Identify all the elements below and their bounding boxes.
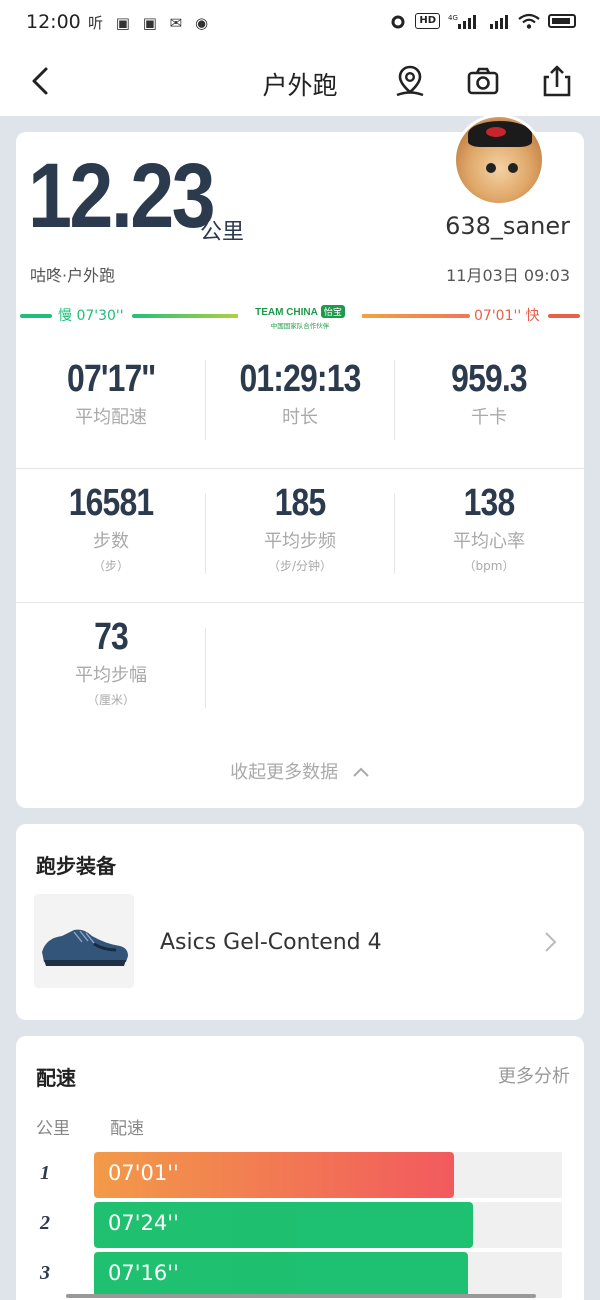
split-bar: 07'16'' [94,1252,469,1298]
metric-value: 73 [94,616,129,658]
split-bar-track: 07'16'' [94,1252,562,1298]
divider [205,628,206,708]
metric-unit: （bpm） [463,559,515,573]
metric-cadence: 185 平均步频 （步/分钟） [205,482,395,574]
home-indicator [66,1294,536,1298]
logo-subtext: 中国国家队合作伙伴 [270,322,330,330]
gear-title: 跑步装备 [36,854,116,878]
svg-text:4G: 4G [448,14,458,22]
activity-source: 咕咚·户外跑 [30,266,116,285]
collapse-label: 收起更多数据 [230,762,339,783]
metric-label: 千卡 [471,407,507,428]
wifi-icon [518,13,540,29]
metric-unit: （步/分钟） [267,559,333,573]
pace-card: 配速 更多分析 公里 配速 1 07'01'' 2 07'24'' 3 07'16'' [16,1036,584,1300]
pace-slow-label: 慢 07'30'' [58,308,124,324]
metric-unit: （步） [92,559,129,573]
camera-icon[interactable] [466,63,500,99]
logo-text: TEAM CHINA [255,307,318,318]
pace-scale: 慢 07'30'' TEAM CHINA 怡宝 中国国家队合作伙伴 07'01''… [20,300,580,330]
metric-value: 185 [274,482,327,524]
shoe-icon [42,929,128,966]
metric-value: 138 [463,482,516,524]
pace-fast-label: 07'01'' 快 [474,308,540,324]
split-km: 2 [40,1212,50,1234]
chevron-up-icon [353,767,369,777]
metric-value: 16581 [68,482,154,524]
avatar-eye [508,163,518,173]
distance-unit: 公里 [200,220,245,245]
metric-label: 平均配速 [75,407,147,428]
notification-icons: 听 ▣ ▣ ✉ ◉ [88,14,213,32]
status-time: 12:00 [26,11,81,33]
row-divider [16,602,584,603]
nav-bar: 户外跑 [0,46,600,116]
split-bar: 07'24'' [94,1202,474,1248]
metric-steps: 16581 步数 （步） [16,482,206,574]
hd-badge: HD [415,13,440,29]
battery-icon [548,14,576,28]
signal-icon-2 [490,15,508,29]
shoe-name[interactable]: Asics Gel-Contend 4 [160,930,382,955]
row-divider [16,468,584,469]
metric-heart-rate: 138 平均心率 （bpm） [394,482,584,574]
split-bar-track: 07'01'' [94,1152,562,1198]
username[interactable]: 638_saner [445,212,570,240]
split-pace: 07'01'' [108,1161,179,1185]
status-right: HD 4G [389,12,576,30]
distance-value: 12.23 [28,145,216,247]
split-pace: 07'24'' [108,1211,179,1235]
team-china-logo: TEAM CHINA 怡宝 中国国家队合作伙伴 [238,300,362,330]
logo-badge: 怡宝 [320,305,345,318]
metric-value: 07'17'' [67,358,156,400]
alarm-icon [391,15,405,29]
signal-icon: 4G [448,14,476,29]
split-pace: 07'16'' [108,1261,179,1285]
split-km: 1 [40,1162,50,1184]
pace-line-fast [548,314,580,318]
col-header-pace: 配速 [110,1119,144,1139]
share-icon[interactable] [540,63,574,99]
metric-unit: （厘米） [86,693,135,707]
pace-line-slow [20,314,52,318]
metric-value: 959.3 [451,358,528,400]
metric-stride: 73 平均步幅 （厘米） [16,616,206,708]
split-bar-track: 07'24'' [94,1202,562,1248]
status-bar: 12:00 听 ▣ ▣ ✉ ◉ HD 4G [0,0,600,46]
avatar[interactable] [453,114,545,206]
metric-label: 步数 [93,531,129,552]
metric-label: 平均心率 [453,531,525,552]
metric-calories: 959.3 千卡 [394,358,584,429]
metric-value: 01:29:13 [239,358,361,400]
pace-title: 配速 [36,1066,76,1090]
activity-datetime: 11月03日 09:03 [446,266,570,285]
run-summary-card: 12.23 公里 638_saner 咕咚·户外跑 11月03日 09:03 慢… [16,114,584,808]
metric-avg-pace: 07'17'' 平均配速 [16,358,206,429]
running-gear-card: 跑步装备 Asics Gel-Contend 4 [16,824,584,1020]
metric-label: 平均步幅 [75,665,147,686]
collapse-more-data-button[interactable]: 收起更多数据 [16,758,584,784]
split-km: 3 [40,1262,50,1284]
avatar-eye [486,163,496,173]
col-header-km: 公里 [36,1119,70,1139]
more-analysis-link[interactable]: 更多分析 [498,1062,570,1088]
avatar-hat [468,121,532,147]
shoe-image[interactable] [34,894,134,988]
chevron-right-icon[interactable] [544,930,558,954]
metric-duration: 01:29:13 时长 [205,358,395,429]
location-pin-icon[interactable] [393,63,427,99]
metric-label: 时长 [282,407,318,428]
split-bar: 07'01'' [94,1152,455,1198]
page-title: 户外跑 [262,71,338,100]
metric-label: 平均步频 [264,531,336,552]
